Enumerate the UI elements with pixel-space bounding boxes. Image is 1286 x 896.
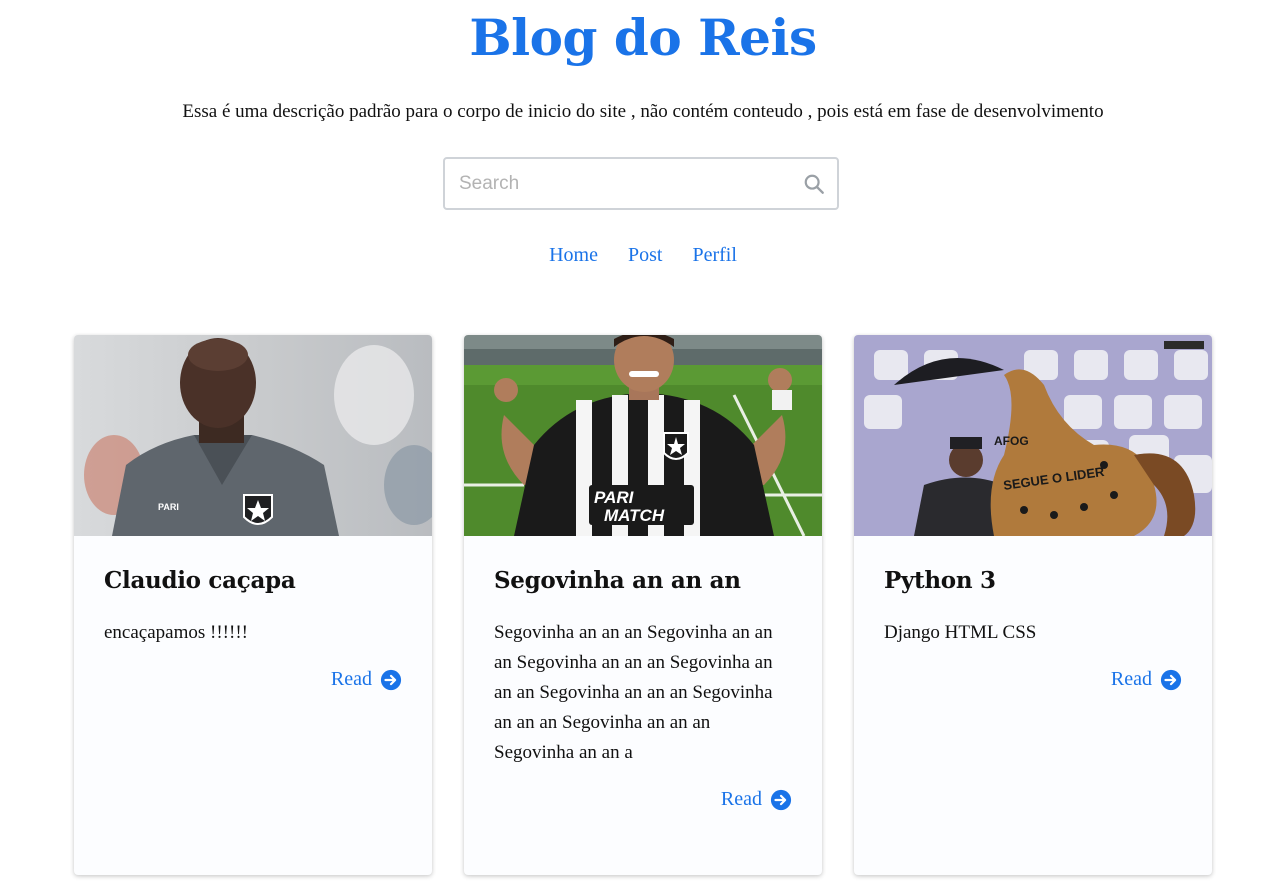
nav-link-home[interactable]: Home: [549, 244, 598, 267]
nav-link-post[interactable]: Post: [628, 244, 662, 267]
post-image: PARI: [74, 335, 432, 536]
search-input[interactable]: [459, 159, 789, 208]
svg-text:MATCH: MATCH: [604, 506, 665, 525]
post-title: Segovinha an an an: [494, 567, 741, 594]
read-more-link[interactable]: Read: [884, 668, 1182, 691]
post-title: Python 3: [884, 567, 996, 594]
post-card: SEGUE O LIDER AFOG Python 3 Django HTML …: [854, 335, 1212, 875]
read-more-label: Read: [330, 668, 372, 690]
post-image: PARI MATCH: [464, 335, 822, 536]
arrow-right-circle-icon: [1160, 669, 1182, 690]
svg-text:PARI: PARI: [594, 488, 635, 507]
site-title: Blog do Reis: [469, 8, 817, 67]
site-description: Essa é uma descrição padrão para o corpo…: [182, 101, 1104, 122]
read-more-label: Read: [1110, 668, 1152, 690]
post-card: PARI MATCH Segovinha an an an Segovinha …: [464, 335, 822, 875]
svg-text:AFOG: AFOG: [994, 434, 1029, 448]
arrow-right-circle-icon: [770, 789, 792, 810]
svg-text:PARI: PARI: [158, 502, 179, 512]
post-excerpt: encaçapamos !!!!!!: [104, 622, 248, 643]
post-excerpt: Django HTML CSS: [884, 622, 1037, 643]
search-box: [443, 157, 839, 210]
arrow-right-circle-icon: [380, 669, 402, 690]
read-more-label: Read: [720, 788, 762, 810]
nav-link-perfil[interactable]: Perfil: [692, 244, 736, 267]
read-more-link[interactable]: Read: [104, 668, 402, 691]
search-icon[interactable]: [803, 173, 825, 195]
post-card: PARI Claudio caçapa encaçapamos !!!!!! R…: [74, 335, 432, 875]
main-nav: Home Post Perfil: [0, 244, 1286, 267]
post-image: SEGUE O LIDER AFOG: [854, 335, 1212, 536]
post-excerpt: Segovinha an an an Segovinha an an an Se…: [494, 622, 773, 763]
read-more-link[interactable]: Read: [494, 788, 792, 811]
post-title: Claudio caçapa: [104, 567, 296, 594]
